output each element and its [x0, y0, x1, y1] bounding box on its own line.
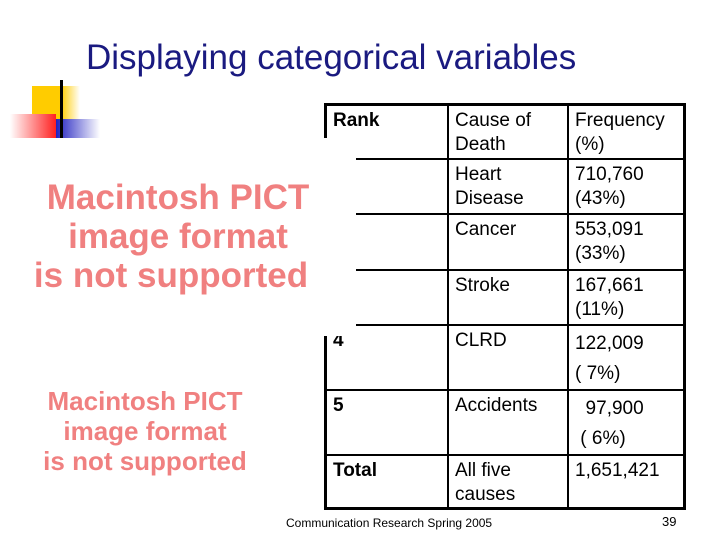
percent-value: (11%): [575, 298, 625, 320]
percent-value: (33%): [575, 242, 626, 264]
cause-cell: CLRD: [447, 323, 569, 391]
causes-of-death-table: Rank Cause of Death Frequency (%) Heart …: [324, 103, 686, 510]
placeholder-line: image format: [63, 416, 227, 446]
table-row: Stroke 167,661 (11%): [324, 268, 686, 326]
frequency-value: 97,900: [575, 397, 644, 419]
table-row: Cancer 553,091 (33%): [324, 212, 686, 271]
frequency-cell: 167,661 (11%): [567, 268, 686, 326]
table-row: Heart Disease 710,760 (43%): [324, 157, 686, 215]
unsupported-image-placeholder: Macintosh PICT image format is not suppo…: [0, 138, 356, 336]
slide-footer: Communication Research Spring 2005: [286, 516, 493, 530]
table-row-total: Total All five causes 1,651,421: [324, 453, 686, 509]
placeholder-line: image format: [68, 217, 288, 257]
percent-value: ( 7%): [575, 362, 621, 384]
placeholder-line: Macintosh PICT: [47, 386, 243, 416]
frequency-cell: 710,760 (43%): [567, 157, 686, 215]
cause-cell: Heart Disease: [447, 157, 569, 215]
frequency-value: 167,661: [575, 274, 644, 296]
placeholder-line: Macintosh PICT: [46, 178, 310, 217]
decorative-squares: [0, 80, 100, 140]
page-number: 39: [662, 514, 677, 529]
cause-cell: Cancer: [447, 212, 569, 271]
rank-cell: 5: [324, 388, 449, 456]
frequency-cell: 97,900 ( 6%): [567, 388, 686, 456]
unsupported-image-placeholder: Macintosh PICT image format is not suppo…: [0, 386, 290, 478]
header-cause: Cause of Death: [447, 103, 569, 160]
cause-cell: Stroke: [447, 268, 569, 326]
cause-cell: All five causes: [447, 453, 569, 509]
placeholder-line: is not supported: [43, 446, 247, 476]
table-header-row: Rank Cause of Death Frequency (%): [324, 103, 686, 160]
frequency-value: 710,760: [575, 163, 644, 185]
table-row: 5 Accidents 97,900 ( 6%): [324, 388, 686, 456]
frequency-value: 122,009: [575, 332, 644, 354]
placeholder-line: is not supported: [33, 256, 309, 296]
cause-cell: Accidents: [447, 388, 569, 456]
frequency-cell: 553,091 (33%): [567, 212, 686, 271]
slide-title: Displaying categorical variables: [86, 38, 577, 77]
percent-value: (43%): [575, 187, 626, 209]
frequency-cell: 1,651,421: [567, 453, 686, 509]
frequency-cell: 122,009 ( 7%): [567, 323, 686, 391]
header-frequency: Frequency (%): [567, 103, 686, 160]
table-row: 4 CLRD 122,009( 7%): [324, 323, 686, 391]
percent-value: ( 6%): [575, 427, 626, 449]
frequency-value: 553,091: [575, 218, 644, 240]
rank-cell: Total: [324, 453, 449, 509]
